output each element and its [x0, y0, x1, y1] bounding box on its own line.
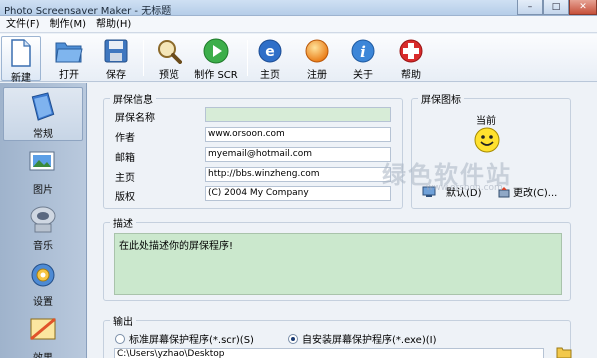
help-cross-icon [397, 38, 425, 64]
sidebar-label-pictures: 图片 [33, 185, 53, 196]
toolbar-help-button[interactable]: 帮助 [394, 36, 428, 81]
copyright-label: 版权 [115, 192, 135, 203]
radio-exe-dot [288, 333, 298, 344]
menu-make[interactable]: 制作(M) [45, 16, 91, 33]
toolbar-register-label: 注册 [307, 70, 327, 81]
name-label: 屏保名称 [115, 113, 155, 124]
output-legend: 输出 [113, 317, 133, 328]
orange-orb-icon [303, 38, 331, 64]
toolbar-about-button[interactable]: i 关于 [346, 36, 380, 81]
output-scr-radio[interactable]: 标准屏幕保护程序(*.scr)(S) [115, 331, 254, 346]
minimize-icon: – [527, 1, 533, 12]
magnifier-icon [155, 38, 183, 64]
open-folder-icon [55, 38, 83, 64]
title-bar: Photo Screensaver Maker - 无标题 – □ ✕ [0, 0, 597, 17]
output-exe-radio[interactable]: 自安装屏幕保护程序(*.exe)(I) [288, 331, 436, 346]
toolbar-about-label: 关于 [353, 70, 373, 81]
ie-globe-icon: e [256, 38, 284, 64]
menu-help[interactable]: 帮助(H) [91, 16, 136, 33]
description-legend: 描述 [113, 219, 133, 230]
maximize-icon: □ [551, 1, 561, 12]
watermark-url: www.orsoon.com [426, 183, 503, 193]
toolbar-make-scr-button[interactable]: 制作 SCR [192, 36, 240, 81]
change-button-label: 更改(C)... [513, 188, 558, 199]
email-input[interactable]: myemail@hotmail.com [205, 147, 391, 162]
close-icon: ✕ [579, 1, 587, 12]
toolbar-new-button[interactable]: 新建 [1, 36, 41, 84]
toolbar: 新建 打开 保存 预览 制作 SCR e 主页 注册 i 关于 帮助 [0, 34, 597, 84]
new-document-icon [7, 39, 35, 67]
name-input[interactable] [205, 107, 391, 122]
toolbar-register-button[interactable]: 注册 [300, 36, 334, 81]
toolbar-open-label: 打开 [59, 70, 79, 81]
smiley-icon [474, 127, 500, 153]
sidebar-label-general: 常规 [33, 129, 53, 140]
sidebar-label-settings: 设置 [33, 297, 53, 308]
maximize-button[interactable]: □ [543, 0, 569, 15]
toolbar-help-label: 帮助 [401, 70, 421, 81]
minimize-button[interactable]: – [517, 0, 543, 15]
sidebar-item-general[interactable]: 常规 [3, 87, 83, 141]
sidebar-item-effects[interactable]: 效果 [3, 311, 83, 358]
sidebar-item-pictures[interactable]: 图片 [3, 143, 83, 197]
output-scr-label: 标准屏幕保护程序(*.scr)(S) [129, 335, 254, 346]
sidebar-label-music: 音乐 [33, 241, 53, 252]
author-label: 作者 [115, 133, 135, 144]
sidebar-item-settings[interactable]: 设置 [3, 255, 83, 309]
toolbar-preview-button[interactable]: 预览 [150, 36, 188, 81]
homepage-label: 主页 [115, 173, 135, 184]
toolbar-save-label: 保存 [106, 70, 126, 81]
description-textarea[interactable]: 在此处描述你的屏保程序! [114, 233, 562, 295]
pictures-icon [29, 151, 55, 171]
output-exe-label: 自安装屏幕保护程序(*.exe)(I) [302, 335, 437, 346]
sidebar-label-effects: 效果 [33, 349, 53, 358]
effects-icon [30, 317, 56, 341]
book-icon [31, 92, 55, 121]
toolbar-preview-label: 预览 [159, 70, 179, 81]
svg-text:e: e [265, 44, 275, 60]
output-path-input[interactable]: C:\Users\yzhao\Desktop [114, 348, 544, 358]
toolbar-home-button[interactable]: e 主页 [253, 36, 287, 81]
homepage-input[interactable]: http://bbs.winzheng.com [205, 167, 391, 182]
copyright-input[interactable]: (C) 2004 My Company [205, 186, 391, 201]
toolbar-separator [143, 40, 144, 76]
menu-file[interactable]: 文件(F) [1, 16, 45, 33]
browse-folder-icon[interactable] [556, 346, 572, 358]
play-icon [202, 38, 230, 64]
speaker-icon [30, 206, 56, 233]
info-legend: 屏保信息 [113, 95, 153, 106]
sidebar-item-music[interactable]: 音乐 [3, 199, 83, 253]
svg-text:i: i [360, 43, 366, 61]
email-label: 邮箱 [115, 153, 135, 164]
toolbar-new-label: 新建 [11, 73, 31, 84]
category-sidebar: 常规 图片 音乐 设置 效果 [0, 83, 87, 358]
toolbar-open-button[interactable]: 打开 [50, 36, 88, 81]
info-icon: i [349, 38, 377, 64]
toolbar-separator [247, 40, 248, 76]
current-icon-label: 当前 [476, 116, 496, 127]
close-button[interactable]: ✕ [569, 0, 597, 15]
icon-legend: 屏保图标 [421, 95, 461, 106]
author-input[interactable]: www.orsoon.com [205, 127, 391, 142]
toolbar-home-label: 主页 [260, 70, 280, 81]
radio-scr-dot [115, 333, 125, 344]
settings-gear-icon [31, 263, 55, 287]
toolbar-make-scr-label: 制作 SCR [194, 70, 238, 81]
menu-bar: 文件(F) 制作(M) 帮助(H) [0, 16, 597, 33]
toolbar-save-button[interactable]: 保存 [97, 36, 135, 81]
save-disk-icon [102, 38, 130, 64]
